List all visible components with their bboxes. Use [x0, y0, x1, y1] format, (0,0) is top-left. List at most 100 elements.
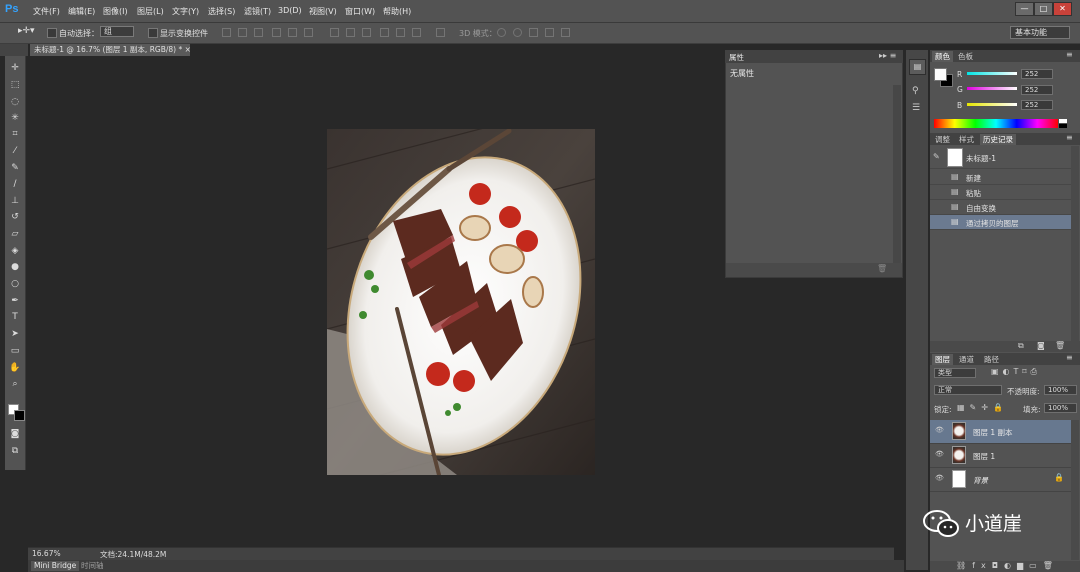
trash-icon[interactable]: 🗑 [1055, 341, 1065, 350]
channel-g-value[interactable]: 252 [1021, 85, 1053, 95]
blur-tool-icon[interactable]: ● [8, 261, 22, 273]
auto-select-dropdown[interactable]: 组 [100, 26, 134, 37]
tab-channels[interactable]: 通道 [956, 354, 977, 365]
slide-3d-icon[interactable] [545, 28, 554, 37]
menu-filter[interactable]: 滤镜(T) [244, 6, 271, 17]
fill-field[interactable]: 100% [1044, 403, 1077, 413]
blend-mode-dropdown[interactable]: 正常 [934, 385, 1002, 395]
white-swatch[interactable] [1059, 119, 1067, 123]
document-size[interactable]: 文档:24.1M/48.2M [100, 549, 166, 560]
dodge-tool-icon[interactable]: ○ [8, 278, 22, 290]
menu-select[interactable]: 选择(S) [208, 6, 235, 17]
auto-align-icon[interactable] [436, 28, 445, 37]
tab-color[interactable]: 颜色 [932, 51, 953, 62]
properties-panel-header[interactable] [725, 50, 903, 63]
foreground-color-swatch[interactable] [934, 68, 947, 81]
color-panel-menu-icon[interactable]: ≡ [1066, 50, 1073, 59]
drag-3d-icon[interactable] [529, 28, 538, 37]
restore-button[interactable]: □ [1034, 2, 1053, 16]
layers-panel-menu-icon[interactable]: ≡ [1066, 353, 1073, 362]
properties-panel-icon[interactable]: ▤ [909, 59, 926, 75]
channel-b-slider[interactable] [967, 103, 1017, 106]
healing-brush-tool-icon[interactable]: ✎ [8, 162, 22, 174]
distribute-vcenter-icon[interactable] [346, 28, 355, 37]
align-vcenter-icon[interactable] [238, 28, 247, 37]
history-brush-tool-icon[interactable]: ↺ [8, 211, 22, 223]
show-transform-checkbox[interactable] [148, 28, 158, 38]
tab-history[interactable]: 历史记录 [980, 134, 1016, 145]
channel-b-value[interactable]: 252 [1021, 100, 1053, 110]
align-hcenter-icon[interactable] [288, 28, 297, 37]
crop-tool-icon[interactable]: ⌗ [8, 128, 22, 140]
paint-bucket-tool-icon[interactable]: ◈ [8, 245, 22, 257]
minimize-button[interactable]: — [1015, 2, 1034, 16]
menu-help[interactable]: 帮助(H) [383, 6, 411, 17]
history-scrollbar[interactable] [1071, 146, 1079, 341]
workspace-dropdown[interactable]: 基本功能 [1010, 26, 1070, 39]
roll-3d-icon[interactable] [513, 28, 522, 37]
tab-paths[interactable]: 路径 [981, 354, 1002, 365]
clone-stamp-tool-icon[interactable]: ⊥ [8, 195, 22, 207]
hand-tool-icon[interactable]: ✋ [8, 362, 22, 374]
align-top-icon[interactable] [222, 28, 231, 37]
new-document-from-state-icon[interactable]: ⧉ [1018, 341, 1024, 351]
lasso-tool-icon[interactable]: ◌ [8, 96, 22, 108]
zoom-tool-icon[interactable]: ⌕ [8, 378, 22, 390]
channel-g-slider[interactable] [967, 87, 1017, 90]
menu-edit[interactable]: 编辑(E) [68, 6, 95, 17]
magic-wand-tool-icon[interactable]: ✳ [8, 112, 22, 124]
layer-filter-icons[interactable]: ▣◐T⌑⎙ [991, 367, 1041, 377]
menu-view[interactable]: 视图(V) [309, 6, 337, 17]
trash-icon[interactable]: 🗑 [877, 264, 887, 273]
path-selection-tool-icon[interactable]: ➤ [8, 328, 22, 340]
channel-r-slider[interactable] [967, 72, 1017, 75]
menu-layer[interactable]: 图层(L) [137, 6, 164, 17]
tab-swatches[interactable]: 色板 [955, 51, 976, 62]
layers-scrollbar[interactable] [1071, 420, 1079, 560]
auto-select-checkbox[interactable] [47, 28, 57, 38]
adjust-panel-icon[interactable]: ☰ [912, 103, 920, 113]
document-tab[interactable]: 未标题-1 @ 16.7% (图层 1 副本, RGB/8) * × [30, 44, 191, 56]
distribute-bottom-icon[interactable] [362, 28, 371, 37]
tab-mini-bridge[interactable]: Mini Bridge [31, 561, 80, 571]
black-swatch[interactable] [1059, 124, 1067, 128]
visibility-eye-icon[interactable]: 👁 [935, 426, 944, 434]
panel-menu-icon[interactable]: ▸▸ ≡ [879, 51, 896, 60]
document-tab-close[interactable]: × [185, 45, 191, 54]
color-spectrum-bar[interactable] [934, 119, 1058, 128]
type-tool-icon[interactable]: T [8, 311, 22, 323]
layer-action-icons[interactable]: ⛓fx◘◐▆▭🗑 [956, 561, 1059, 570]
align-right-icon[interactable] [304, 28, 313, 37]
properties-panel-title[interactable]: 属性 [729, 52, 744, 63]
tab-layers[interactable]: 图层 [932, 354, 953, 365]
opacity-field[interactable]: 100% [1044, 385, 1077, 395]
steak-photo[interactable] [327, 129, 595, 475]
visibility-eye-icon[interactable]: 👁 [935, 450, 944, 458]
menu-image[interactable]: 图像(I) [103, 6, 128, 17]
align-bottom-icon[interactable] [254, 28, 263, 37]
distribute-right-icon[interactable] [412, 28, 421, 37]
history-brush-panel-icon[interactable]: ⚲ [912, 86, 919, 96]
distribute-left-icon[interactable] [380, 28, 389, 37]
marquee-tool-icon[interactable]: ⬚ [8, 79, 22, 91]
move-tool-icon[interactable]: ✛ [8, 62, 22, 74]
channel-r-value[interactable]: 252 [1021, 69, 1053, 79]
history-brush-source-icon[interactable]: ✎ [933, 152, 940, 161]
menu-window[interactable]: 窗口(W) [345, 6, 375, 17]
distribute-hcenter-icon[interactable] [396, 28, 405, 37]
tab-adjustments[interactable]: 调整 [932, 134, 953, 145]
background-color-swatch[interactable] [14, 410, 25, 421]
distribute-top-icon[interactable] [330, 28, 339, 37]
rotate-3d-icon[interactable] [497, 28, 506, 37]
scale-3d-icon[interactable] [561, 28, 570, 37]
menu-3d[interactable]: 3D(D) [278, 6, 302, 15]
screen-mode-icon[interactable]: ⧉ [8, 445, 22, 457]
layer-kind-filter[interactable]: 类型 [934, 368, 976, 378]
visibility-eye-icon[interactable]: 👁 [935, 474, 944, 482]
eraser-tool-icon[interactable]: ▱ [8, 228, 22, 240]
pen-tool-icon[interactable]: ✒ [8, 295, 22, 307]
zoom-level[interactable]: 16.67% [32, 549, 61, 558]
properties-scrollbar[interactable] [893, 85, 901, 263]
close-button[interactable]: ✕ [1053, 2, 1072, 16]
menu-type[interactable]: 文字(Y) [172, 6, 199, 17]
